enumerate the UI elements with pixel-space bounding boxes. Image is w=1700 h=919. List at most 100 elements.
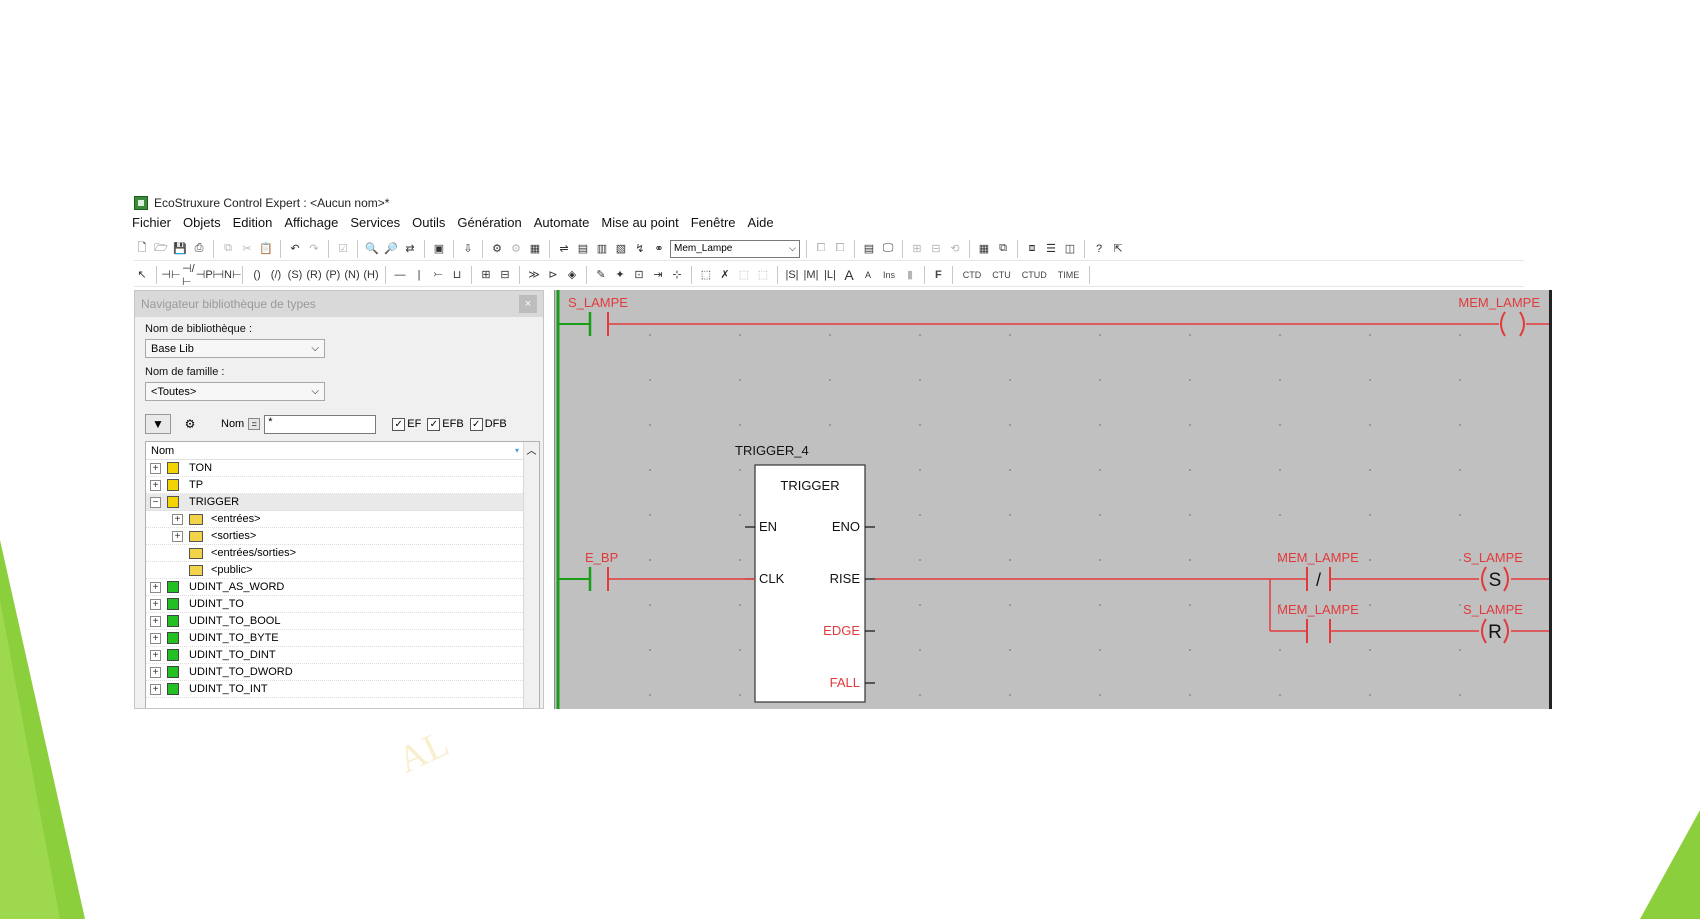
scroll-up-icon[interactable]: ︿ [524, 442, 539, 457]
tree-item[interactable]: + TON [146, 460, 539, 477]
collapse-icon[interactable]: − [150, 496, 161, 508]
layout-icon[interactable]: ▦ [976, 241, 992, 257]
ctd-button[interactable]: CTD [959, 270, 986, 280]
zoom-icon[interactable]: ⊡ [631, 267, 647, 283]
menu-item[interactable]: Automate [534, 215, 590, 235]
menu-item[interactable]: Aide [748, 215, 774, 235]
rebuild-icon[interactable]: ⚙ [508, 241, 524, 257]
type-checkbox[interactable]: ✓ DFB [469, 417, 507, 431]
expand-icon[interactable]: + [150, 632, 161, 644]
set-coil-label[interactable]: S_LAMPE [1463, 550, 1523, 565]
monitor-icon[interactable]: 🖵 [880, 241, 896, 257]
expand-icon[interactable]: + [150, 581, 161, 593]
nom-input[interactable]: * [264, 414, 377, 434]
expand-icon[interactable]: + [150, 598, 161, 610]
comment-icon[interactable]: ✎ [593, 267, 609, 283]
menu-item[interactable]: Fichier [132, 215, 171, 235]
library-select[interactable]: Base Lib ⌵ [145, 339, 325, 358]
stop-icon[interactable]: ▧ [613, 241, 629, 257]
variables-icon[interactable]: ⬚ [698, 267, 714, 283]
rung1-coil-label[interactable]: MEM_LAMPE [1458, 295, 1540, 310]
help-icon[interactable]: ? [1091, 241, 1107, 257]
new-file-icon[interactable]: 🗋 [134, 241, 150, 257]
tile-vertical-icon[interactable]: ◫ [1062, 241, 1078, 257]
debug2-icon[interactable]: ⊟ [928, 241, 944, 257]
family-select[interactable]: <Toutes> ⌵ [145, 382, 325, 401]
delete-icon[interactable]: ✗ [717, 267, 733, 283]
transfer-icon[interactable]: ▤ [575, 241, 591, 257]
hline-icon[interactable]: — [392, 267, 408, 283]
tree-item[interactable]: + UDINT_TO [146, 596, 539, 613]
rung2-contact-label[interactable]: E_BP [585, 550, 618, 565]
rung1-contact-label[interactable]: S_LAMPE [568, 295, 628, 310]
expand-icon[interactable]: + [172, 530, 183, 542]
tree-item[interactable]: − TRIGGER [146, 494, 539, 511]
select-pointer-icon[interactable]: ↖ [134, 267, 150, 283]
label-icon[interactable]: ◈ [564, 267, 580, 283]
vline-icon[interactable]: | [411, 267, 427, 283]
fb-icon[interactable]: ⊞ [478, 267, 494, 283]
tree-item[interactable]: + UDINT_AS_WORD [146, 579, 539, 596]
expand-icon[interactable]: + [150, 666, 161, 678]
coil-icon[interactable]: () [249, 267, 265, 283]
coil-p-icon[interactable]: (P) [325, 267, 341, 283]
tile-horizontal-icon[interactable]: ☰ [1043, 241, 1059, 257]
coil-set-icon[interactable]: (S) [287, 267, 303, 283]
search-combo[interactable]: Mem_Lampe ⌵ [670, 239, 800, 258]
browser-icon[interactable]: ▤ [861, 241, 877, 257]
contact-no-icon[interactable]: ⊣⊢ [161, 267, 180, 283]
plc-icon[interactable]: ▦ [527, 241, 543, 257]
contact-n-icon[interactable]: ⊣N⊢ [214, 267, 241, 283]
menu-item[interactable]: Fenêtre [691, 215, 736, 235]
ins-toggle[interactable]: Ins [879, 270, 899, 280]
export-icon[interactable]: ⇩ [460, 241, 476, 257]
dim1-icon[interactable]: ⬚ [736, 267, 752, 283]
symbol-l-icon[interactable]: |L| [822, 267, 838, 283]
ctud-button[interactable]: CTUD [1018, 270, 1051, 280]
filter-icon[interactable]: ▼ [145, 414, 171, 434]
tree-item[interactable]: + UDINT_TO_BOOL [146, 613, 539, 630]
gears-icon[interactable]: ⚙ [177, 414, 203, 434]
print-icon[interactable]: ⎙ [191, 241, 207, 257]
tree-scrollbar[interactable]: ︿ [523, 442, 539, 708]
tools-icon[interactable]: ✦ [612, 267, 628, 283]
close-icon[interactable]: × [519, 295, 537, 313]
expand-icon[interactable]: + [172, 513, 183, 525]
time-button[interactable]: TIME [1054, 270, 1084, 280]
dim2-icon[interactable]: ⬚ [755, 267, 771, 283]
sort-icon[interactable]: ▾ [515, 446, 519, 455]
menu-item[interactable]: Affichage [284, 215, 338, 235]
menu-item[interactable]: Génération [457, 215, 521, 235]
arrow-icon[interactable]: ⇥ [650, 267, 666, 283]
debug3-icon[interactable]: ⟲ [947, 241, 963, 257]
menu-item[interactable]: Outils [412, 215, 445, 235]
tree-item[interactable]: + UDINT_TO_DINT [146, 647, 539, 664]
reset-coil-label[interactable]: S_LAMPE [1463, 602, 1523, 617]
symbol-m-icon[interactable]: |M| [803, 267, 819, 283]
cascade-icon[interactable]: ⧈ [1024, 241, 1040, 257]
coil-n-icon[interactable]: (N) [344, 267, 360, 283]
tree-item[interactable]: + UDINT_TO_DWORD [146, 664, 539, 681]
tree-item[interactable]: <entrées/sorties> [146, 545, 539, 562]
type-checkbox[interactable]: ✓ EF [392, 417, 421, 431]
fb-call-icon[interactable]: ⊟ [497, 267, 513, 283]
find-next-icon[interactable]: 🔎 [383, 241, 399, 257]
plus-icon[interactable]: ⊹ [669, 267, 685, 283]
ctu-button[interactable]: CTU [988, 270, 1015, 280]
link-icon[interactable]: ⊔ [449, 267, 465, 283]
font-larger-icon[interactable]: A [841, 267, 857, 283]
nc-contact-label[interactable]: MEM_LAMPE [1277, 550, 1359, 565]
run-icon[interactable]: ▥ [594, 241, 610, 257]
coil-halt-icon[interactable]: (H) [363, 267, 379, 283]
debug1-icon[interactable]: ⊞ [909, 241, 925, 257]
cut-icon[interactable]: ✂ [239, 241, 255, 257]
menu-item[interactable]: Services [350, 215, 400, 235]
expand-icon[interactable]: + [150, 615, 161, 627]
jump-icon[interactable]: ≫ [526, 267, 542, 283]
menu-item[interactable]: Edition [233, 215, 273, 235]
binoculars-icon[interactable]: ⚭ [651, 241, 667, 257]
font-smaller-icon[interactable]: A [860, 267, 876, 283]
redo-icon[interactable]: ↷ [306, 241, 322, 257]
tree-item[interactable]: + <sorties> [146, 528, 539, 545]
save-icon[interactable]: 💾 [172, 241, 188, 257]
